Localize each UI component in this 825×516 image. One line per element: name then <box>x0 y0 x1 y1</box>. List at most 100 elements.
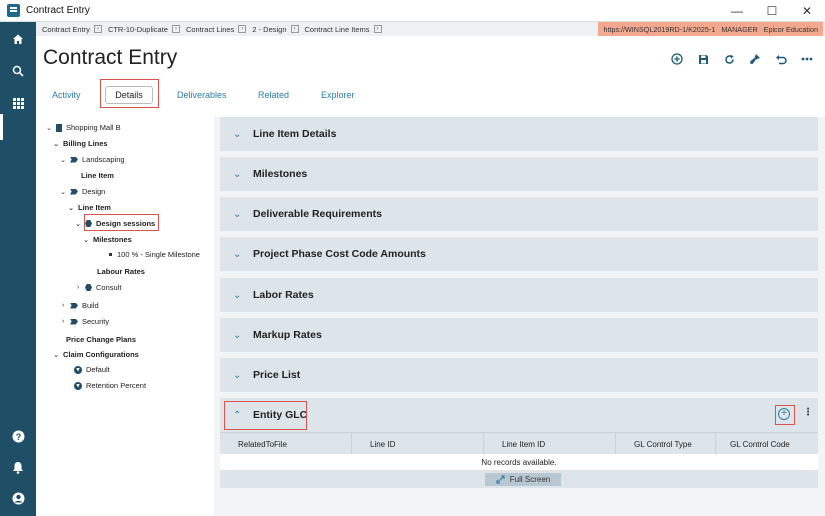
panel-line-item-details[interactable]: ⌄ Line Item Details <box>220 117 818 151</box>
tree-node-milestones[interactable]: ⌄ Milestones <box>82 235 132 244</box>
refresh-button[interactable] <box>722 52 736 66</box>
tree-node-design-sessions[interactable]: ⌄ Design sessions <box>74 219 155 228</box>
page-title: Contract Entry <box>43 46 178 69</box>
chevron-down-icon[interactable]: ⌄ <box>82 236 90 244</box>
chevron-down-icon[interactable]: ⌄ <box>233 209 247 220</box>
add-row-button[interactable]: + <box>778 408 790 420</box>
tab-explorer[interactable]: Explorer <box>321 86 355 104</box>
column-header-line-item-id[interactable]: Line Item ID <box>484 433 616 455</box>
undo-button[interactable] <box>774 52 788 66</box>
breadcrumb-item[interactable]: Contract Line Items › <box>305 25 382 34</box>
maximize-icon[interactable]: ☐ <box>757 0 787 22</box>
chevron-right-icon[interactable]: › <box>171 25 180 33</box>
chevron-down-icon[interactable]: ⌄ <box>233 370 247 381</box>
chevron-right-icon[interactable]: › <box>74 284 82 291</box>
panel-entity-glc: ⌃ Entity GLC + ⋮ RelatedToFile Line ID L… <box>220 398 818 488</box>
tree-node-landscaping[interactable]: ⌄ Landscaping <box>59 155 125 164</box>
chevron-down-icon[interactable]: ⌄ <box>74 220 82 228</box>
tree-label: Consult <box>96 283 122 292</box>
tab-details[interactable]: Details <box>105 86 153 104</box>
close-icon[interactable]: ✕ <box>792 0 822 22</box>
breadcrumb-item[interactable]: Contract Entry › <box>42 25 102 34</box>
tree-node-build[interactable]: › Build <box>59 301 99 310</box>
tree-node-design-line-item[interactable]: ⌄ Line Item <box>67 203 111 212</box>
chevron-down-icon[interactable]: ⌄ <box>59 188 67 196</box>
phase-tag-icon <box>70 156 78 163</box>
panel-labor-rates[interactable]: ⌄ Labor Rates <box>220 278 818 312</box>
chevron-down-icon[interactable]: ⌄ <box>233 129 247 140</box>
panel-project-phase-cost-code-amounts[interactable]: ⌄ Project Phase Cost Code Amounts <box>220 237 818 271</box>
tree-node-claim-configurations[interactable]: ⌄ Claim Configurations <box>52 350 139 359</box>
tab-related[interactable]: Related <box>258 86 289 104</box>
column-header-gl-control-code[interactable]: GL Control Code <box>716 433 818 455</box>
help-icon[interactable]: ? <box>0 425 36 447</box>
entity-glc-header[interactable]: ⌃ Entity GLC <box>220 398 818 432</box>
tree-node-consult[interactable]: › Consult <box>74 283 122 292</box>
breadcrumb-label[interactable]: Contract Lines <box>186 25 234 34</box>
panel-title: Labor Rates <box>253 289 314 301</box>
tree-node-landscaping-line-item[interactable]: Line Item <box>81 171 114 180</box>
breadcrumb-item[interactable]: Contract Lines › <box>186 25 247 34</box>
search-icon[interactable] <box>0 60 36 82</box>
tree-node-milestone[interactable]: 100 % - Single Milestone <box>109 250 200 259</box>
chevron-right-icon[interactable]: › <box>373 25 382 33</box>
tab-deliverables[interactable]: Deliverables <box>177 86 227 104</box>
tree-node-security[interactable]: › Security <box>59 317 109 326</box>
more-options-button[interactable] <box>799 52 815 66</box>
panel-price-list[interactable]: ⌄ Price List <box>220 358 818 392</box>
tree-node-claim-retention[interactable]: Retention Percent <box>74 381 146 390</box>
chevron-right-icon[interactable]: › <box>290 25 299 33</box>
chevron-down-icon[interactable]: ⌄ <box>59 156 67 164</box>
breadcrumb-label[interactable]: Contract Line Items <box>305 25 370 34</box>
chevron-down-icon[interactable]: ⌄ <box>233 330 247 341</box>
panel-markup-rates[interactable]: ⌄ Markup Rates <box>220 318 818 352</box>
chevron-down-icon[interactable]: ⌄ <box>52 140 60 148</box>
add-new-button[interactable] <box>670 52 684 66</box>
clear-button[interactable] <box>748 52 762 66</box>
user-profile-icon[interactable] <box>0 487 36 509</box>
breadcrumb-label[interactable]: CTR-10-Duplicate <box>108 25 168 34</box>
breadcrumb-label[interactable]: 2 - Design <box>252 25 286 34</box>
tree-node-labour-rates[interactable]: Labour Rates <box>97 267 145 276</box>
chevron-down-icon[interactable]: ⌄ <box>233 249 247 260</box>
tab-activity[interactable]: Activity <box>52 86 81 104</box>
server-url: https://WINSQL2019RD-1/K2025-1 <box>603 24 716 34</box>
breadcrumb-label[interactable]: Contract Entry <box>42 25 90 34</box>
svg-text:?: ? <box>15 432 21 442</box>
save-button[interactable] <box>696 52 710 66</box>
apps-grid-icon[interactable] <box>0 92 36 114</box>
chevron-up-icon[interactable]: ⌃ <box>233 410 247 421</box>
column-header-related-to-file[interactable]: RelatedToFile <box>220 433 352 455</box>
column-header-gl-control-type[interactable]: GL Control Type <box>616 433 716 455</box>
chevron-right-icon[interactable]: › <box>59 318 67 325</box>
tree-node-root[interactable]: ⌄ Shopping Mall B <box>45 123 121 132</box>
panel-milestones[interactable]: ⌄ Milestones <box>220 157 818 191</box>
panel-deliverable-requirements[interactable]: ⌄ Deliverable Requirements <box>220 197 818 231</box>
tree-node-billing-lines[interactable]: ⌄ Billing Lines <box>52 139 108 148</box>
tree-node-claim-default[interactable]: Default <box>74 365 110 374</box>
tree-node-design[interactable]: ⌄ Design <box>59 187 105 196</box>
breadcrumb-item[interactable]: CTR-10-Duplicate › <box>108 25 180 34</box>
phase-tag-icon <box>70 318 78 325</box>
breadcrumb-item[interactable]: 2 - Design › <box>252 25 299 34</box>
chevron-down-icon[interactable]: ⌄ <box>52 351 60 359</box>
kebab-menu-icon[interactable]: ⋮ <box>803 407 813 418</box>
tree-label: Landscaping <box>82 155 125 164</box>
chevron-right-icon[interactable]: › <box>93 25 102 33</box>
chevron-right-icon[interactable]: › <box>238 25 247 33</box>
minimize-icon[interactable]: — <box>722 0 752 22</box>
home-icon[interactable] <box>0 28 36 50</box>
chevron-right-icon[interactable]: › <box>59 302 67 309</box>
notifications-bell-icon[interactable] <box>0 456 36 478</box>
bullet-icon <box>109 253 112 256</box>
tree-node-price-change-plans[interactable]: Price Change Plans <box>66 335 136 344</box>
app-icon <box>7 4 20 17</box>
chevron-down-icon[interactable]: ⌄ <box>233 290 247 301</box>
chevron-down-icon[interactable]: ⌄ <box>45 124 53 132</box>
tab-bar: Activity Details Deliverables Related Ex… <box>40 82 370 106</box>
chevron-down-icon[interactable]: ⌄ <box>67 204 75 212</box>
column-header-line-id[interactable]: Line ID <box>352 433 484 455</box>
chevron-down-icon[interactable]: ⌄ <box>233 169 247 180</box>
full-screen-button[interactable]: Full Screen <box>485 473 561 486</box>
expand-icon <box>496 475 505 484</box>
